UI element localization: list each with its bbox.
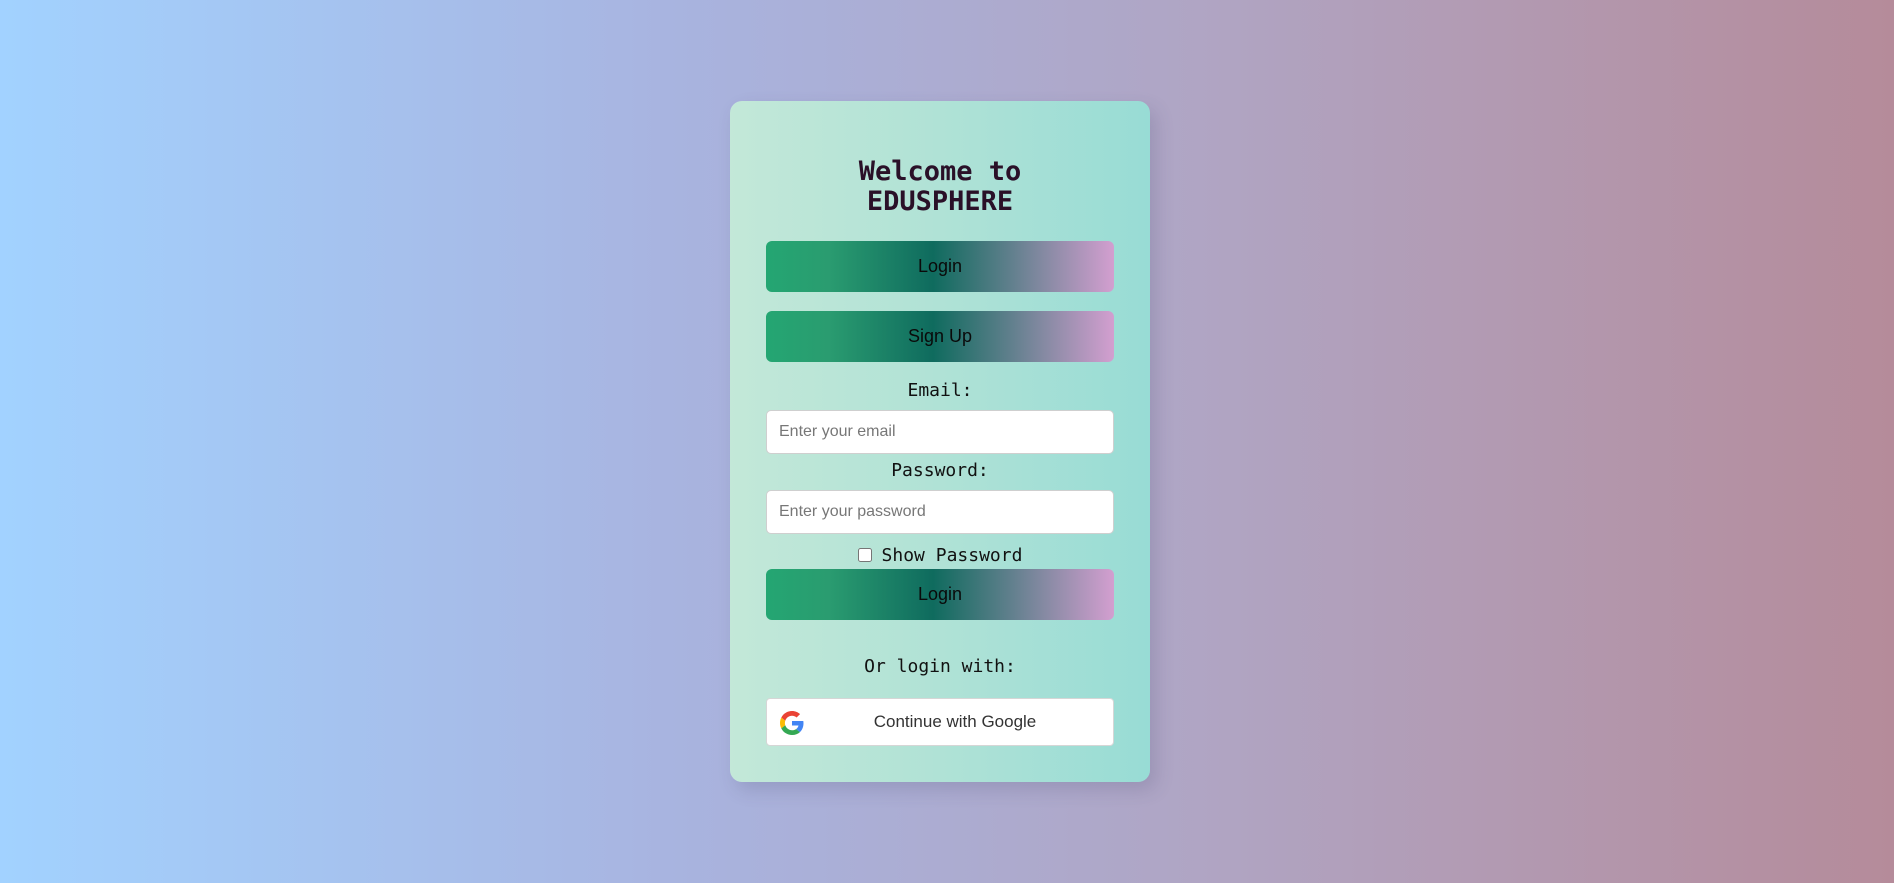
password-field[interactable] xyxy=(766,490,1114,534)
signup-tab-button[interactable]: Sign Up xyxy=(766,311,1114,362)
google-g-icon xyxy=(780,711,804,735)
login-tab-button[interactable]: Login xyxy=(766,241,1114,292)
title-line-1: Welcome to xyxy=(858,156,1022,187)
login-card: Welcome to EDUSPHERE Login Sign Up Email… xyxy=(730,101,1150,782)
email-label: Email: xyxy=(907,380,973,401)
email-field[interactable] xyxy=(766,410,1114,454)
google-login-label: Continue with Google xyxy=(873,712,1037,731)
password-label: Password: xyxy=(891,460,989,481)
or-login-with-text: Or login with: xyxy=(864,656,1016,677)
google-login-button[interactable]: Continue with Google xyxy=(766,698,1114,746)
title-line-2: EDUSPHERE xyxy=(866,186,1014,217)
page-title: Welcome to EDUSPHERE xyxy=(766,157,1114,217)
submit-login-button[interactable]: Login xyxy=(766,569,1114,620)
show-password-checkbox[interactable] xyxy=(857,548,872,562)
show-password-label: Show Password xyxy=(881,544,1023,566)
show-password-row: Show Password xyxy=(766,544,1114,566)
